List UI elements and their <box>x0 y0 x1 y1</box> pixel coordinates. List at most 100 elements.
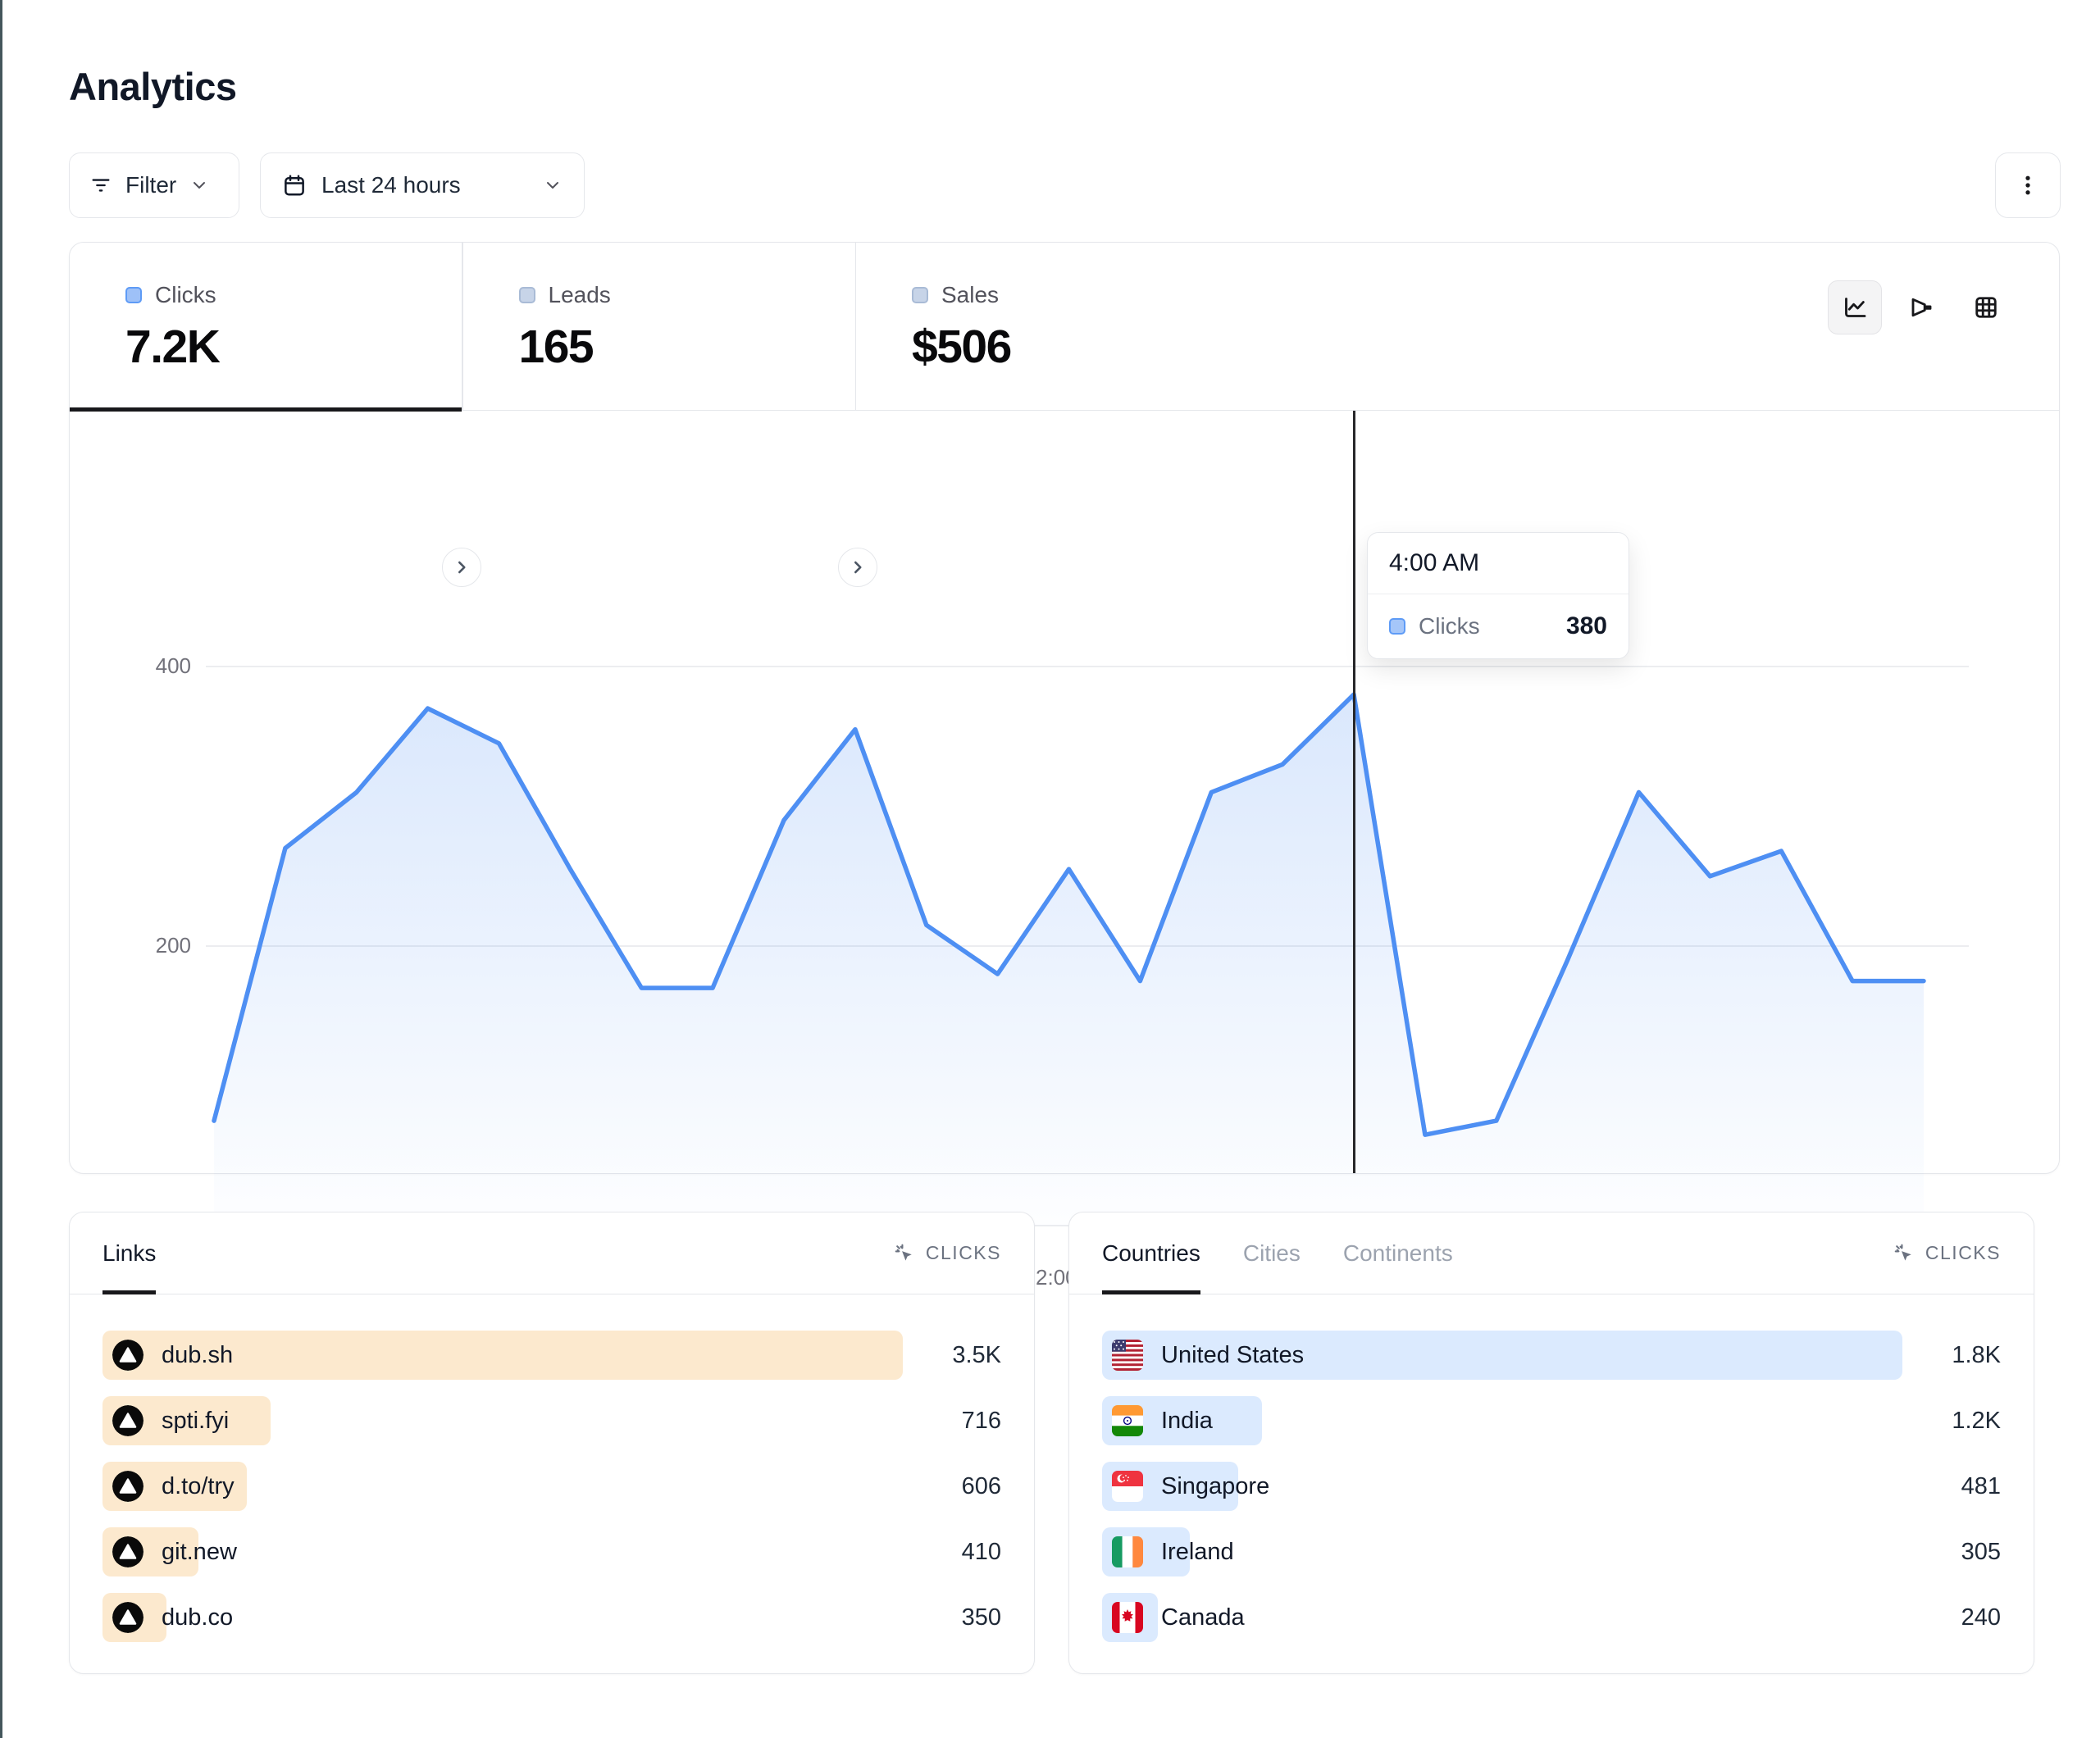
hover-crosshair <box>1353 411 1355 1173</box>
y-tick-label: 200 <box>70 933 191 958</box>
tab-continents[interactable]: Continents <box>1343 1213 1453 1294</box>
country-clicks-value: 240 <box>1902 1604 2001 1631</box>
list-item[interactable]: git.new 410 <box>102 1527 1001 1576</box>
filter-button[interactable]: Filter <box>69 152 239 218</box>
country-label: Singapore <box>1161 1473 1269 1500</box>
chevron-down-icon <box>543 175 563 195</box>
tooltip-series-label: Clicks <box>1419 613 1480 639</box>
leads-tab-label: Leads <box>549 282 611 308</box>
link-clicks-value: 606 <box>903 1473 1001 1500</box>
link-clicks-value: 350 <box>903 1604 1001 1631</box>
kebab-menu-icon <box>2016 173 2040 198</box>
link-label: spti.fyi <box>162 1408 229 1435</box>
line-chart-icon <box>1840 293 1870 322</box>
chart-type-switcher <box>1828 280 2013 334</box>
cursor-click-icon <box>1893 1242 1916 1265</box>
dub-logo-avatar <box>112 1471 143 1502</box>
countries-metric-selector[interactable]: CLICKS <box>1893 1242 2001 1265</box>
tab-countries[interactable]: Countries <box>1102 1213 1200 1294</box>
funnel-view-button[interactable] <box>1893 280 1947 334</box>
leads-tab-value: 165 <box>519 320 855 374</box>
area-chart-plot <box>178 628 1988 1238</box>
countries-panel: Countries Cities Continents CLICKS Unite… <box>1068 1212 2034 1674</box>
list-item[interactable]: spti.fyi 716 <box>102 1396 1001 1445</box>
links-metric-selector[interactable]: CLICKS <box>893 1242 1001 1265</box>
tooltip-value: 380 <box>1566 612 1607 640</box>
country-label: Canada <box>1161 1604 1245 1631</box>
chart-area-fill <box>214 694 1924 1226</box>
country-clicks-value: 1.8K <box>1902 1342 2001 1369</box>
list-item[interactable]: Singapore 481 <box>1102 1462 2001 1511</box>
chevron-right-icon <box>451 557 472 578</box>
dub-logo-avatar <box>112 1340 143 1371</box>
window-edge-strip <box>0 0 2 1738</box>
links-panel: Links CLICKS dub.sh 3.5K spti.fyi 716 d.to/t… <box>69 1212 1035 1674</box>
dub-logo-avatar <box>112 1405 143 1436</box>
singapore-flag-icon <box>1112 1471 1143 1502</box>
country-clicks-value: 305 <box>1902 1539 2001 1566</box>
tab-links[interactable]: Links <box>102 1213 156 1294</box>
metric-tabs: Clicks 7.2K Leads 165 Sales $506 <box>70 243 2059 411</box>
next-metric-button[interactable] <box>838 548 877 587</box>
list-item[interactable]: d.to/try 606 <box>102 1462 1001 1511</box>
funnel-icon <box>1906 293 1935 322</box>
country-label: Ireland <box>1161 1539 1234 1566</box>
filter-button-label: Filter <box>125 172 176 198</box>
country-clicks-value: 481 <box>1902 1473 2001 1500</box>
cursor-click-icon <box>893 1242 916 1265</box>
countries-metric-label: CLICKS <box>1925 1242 2001 1264</box>
analytics-chart-card: Clicks 7.2K Leads 165 Sales $506 <box>69 242 2060 1174</box>
tab-clicks[interactable]: Clicks 7.2K <box>70 243 462 410</box>
clicks-time-series-chart[interactable]: 0200400 4:00 PM8:00 PM12:00 AM4:00 AM8:0… <box>70 411 2059 1173</box>
clicks-legend-swatch <box>125 287 142 303</box>
page-title: Analytics <box>69 64 236 109</box>
list-item[interactable]: dub.sh 3.5K <box>102 1331 1001 1380</box>
date-range-label: Last 24 hours <box>321 172 461 198</box>
next-metric-button[interactable] <box>442 548 481 587</box>
clicks-tab-label: Clicks <box>155 282 216 308</box>
clicks-tab-value: 7.2K <box>125 320 462 374</box>
grid-icon <box>1971 293 2001 322</box>
more-options-button[interactable] <box>1995 152 2061 218</box>
sales-legend-swatch <box>912 287 928 303</box>
link-clicks-value: 716 <box>903 1408 1001 1435</box>
filter-icon <box>89 174 112 197</box>
country-clicks-value: 1.2K <box>1902 1408 2001 1435</box>
ireland-flag-icon <box>1112 1536 1143 1567</box>
line-chart-view-button[interactable] <box>1828 280 1882 334</box>
calendar-icon <box>282 173 307 198</box>
dub-logo-avatar <box>112 1536 143 1567</box>
canada-flag-icon <box>1112 1602 1143 1633</box>
country-label: United States <box>1161 1342 1304 1369</box>
dub-logo-avatar <box>112 1602 143 1633</box>
y-tick-label: 400 <box>70 653 191 679</box>
tab-cities[interactable]: Cities <box>1243 1213 1301 1294</box>
sales-tab-value: $506 <box>912 320 1248 374</box>
country-label: India <box>1161 1408 1213 1435</box>
link-label: git.new <box>162 1539 237 1566</box>
list-item[interactable]: United States 1.8K <box>1102 1331 2001 1380</box>
table-view-button[interactable] <box>1959 280 2013 334</box>
chevron-down-icon <box>189 175 209 195</box>
list-item[interactable]: Canada 240 <box>1102 1593 2001 1642</box>
list-item[interactable]: Ireland 305 <box>1102 1527 2001 1576</box>
tab-sales[interactable]: Sales $506 <box>856 243 1248 410</box>
leads-legend-swatch <box>519 287 535 303</box>
link-clicks-value: 3.5K <box>903 1342 1001 1369</box>
link-label: dub.co <box>162 1604 233 1631</box>
tooltip-legend-swatch <box>1389 618 1405 635</box>
link-label: dub.sh <box>162 1342 233 1369</box>
date-range-button[interactable]: Last 24 hours <box>260 152 585 218</box>
link-label: d.to/try <box>162 1473 235 1500</box>
tooltip-time: 4:00 AM <box>1368 533 1629 594</box>
india-flag-icon <box>1112 1405 1143 1436</box>
chevron-right-icon <box>847 557 868 578</box>
sales-tab-label: Sales <box>941 282 999 308</box>
chart-tooltip: 4:00 AM Clicks 380 <box>1367 532 1629 659</box>
links-metric-label: CLICKS <box>926 1242 1001 1264</box>
list-item[interactable]: India 1.2K <box>1102 1396 2001 1445</box>
list-item[interactable]: dub.co 350 <box>102 1593 1001 1642</box>
link-clicks-value: 410 <box>903 1539 1001 1566</box>
us-flag-icon <box>1112 1340 1143 1371</box>
tab-leads[interactable]: Leads 165 <box>463 243 855 410</box>
